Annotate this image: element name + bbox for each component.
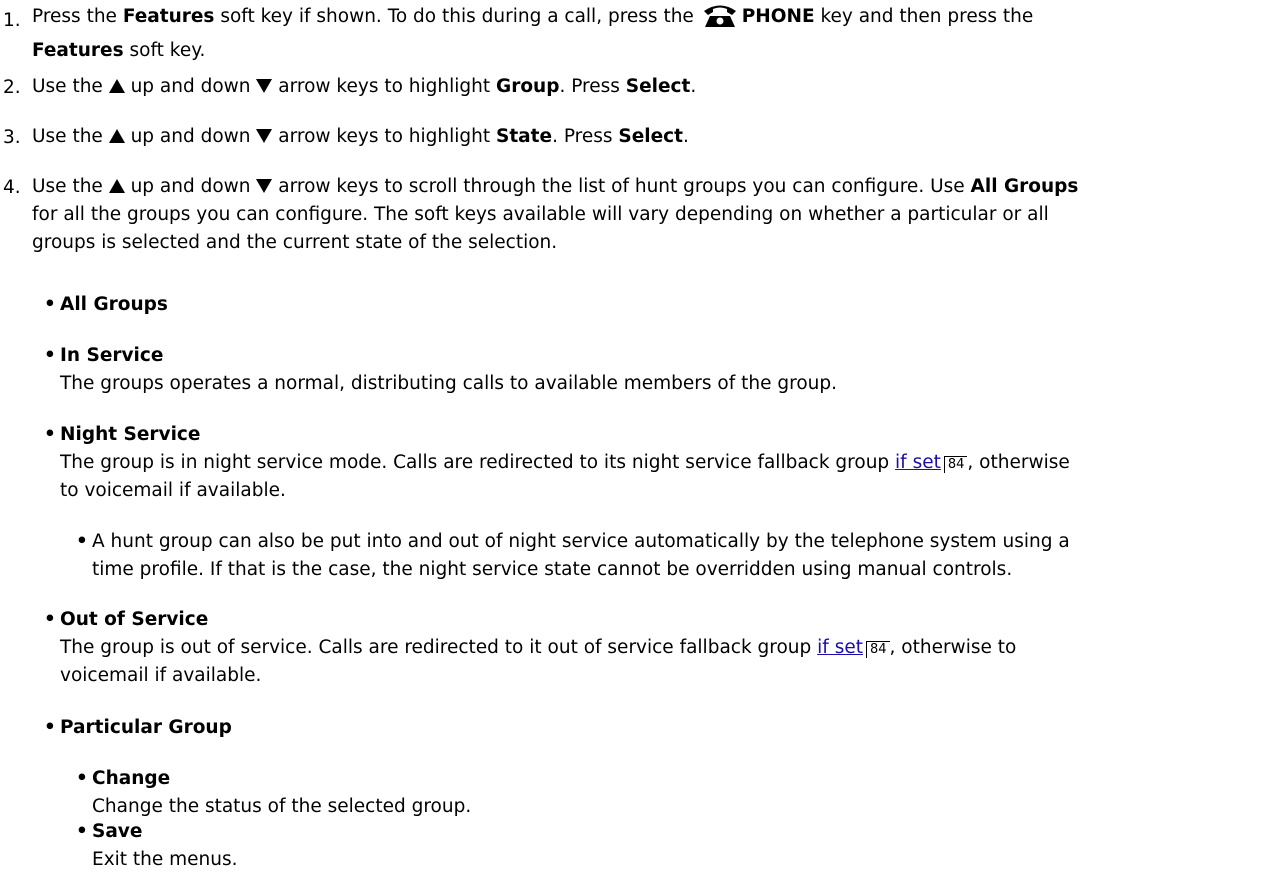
text: . [690, 76, 697, 97]
text: arrow keys to highlight [272, 76, 497, 97]
if-set-link[interactable]: if set [895, 452, 941, 473]
option-title: In Service [60, 345, 164, 366]
step-text: Use the up and down arrow keys to highli… [32, 73, 1262, 101]
text: up and down [124, 176, 257, 197]
menu-option: All Groups [970, 176, 1079, 197]
up-arrow-icon [108, 79, 125, 93]
note-text: time profile. If that is the case, the n… [92, 559, 1013, 580]
option-title: Out of Service [60, 609, 209, 630]
option-description: , otherwise [967, 452, 1070, 473]
step-number: 1. [3, 10, 21, 31]
option-title: Particular Group [60, 717, 232, 738]
select-key-label: Select [618, 126, 683, 147]
page-reference[interactable]: 84 [865, 641, 890, 658]
text: Use the [32, 176, 109, 197]
step-number: 3. [3, 127, 21, 148]
list-item-particular-group: • Particular Group [44, 714, 232, 742]
list-item-change: • Change Change the status of the select… [76, 765, 1192, 821]
step-text: Press the Features soft key if shown. To… [32, 2, 1262, 65]
option-description: The group is in night service mode. Call… [60, 452, 896, 473]
list-item-night-service: • Night Service The group is in night se… [44, 421, 1260, 505]
bullet: • [44, 609, 56, 630]
list-item-all-groups: • All Groups [44, 291, 168, 319]
menu-option: Group [496, 76, 560, 97]
option-description: Exit the menus. [92, 849, 238, 870]
step-number: 2. [3, 77, 21, 98]
text: for all the groups you can configure. Th… [32, 204, 1049, 225]
option-title: Change [92, 768, 171, 789]
down-arrow-icon [256, 79, 273, 93]
option-description: to voicemail if available. [60, 480, 286, 501]
option-title: Night Service [60, 424, 201, 445]
text: Use the [32, 76, 109, 97]
text: groups is selected and the current state… [32, 232, 558, 253]
list-item-in-service: • In Service The groups operates a norma… [44, 342, 1260, 398]
text: up and down [124, 76, 257, 97]
note-text: A hunt group can also be put into and ou… [92, 531, 1070, 552]
list-item-save: • Save Exit the menus. [76, 818, 1192, 874]
list-item-out-of-service: • Out of Service The group is out of ser… [44, 606, 1260, 690]
text: . Press [552, 126, 619, 147]
page-reference[interactable]: 84 [943, 456, 968, 473]
text: Press the [32, 6, 123, 27]
text: soft key if shown. To do this during a c… [214, 6, 700, 27]
step-text: Use the up and down arrow keys to scroll… [32, 173, 1262, 257]
text: . [682, 126, 689, 147]
text: key and then press the [814, 6, 1034, 27]
option-description: voicemail if available. [60, 665, 262, 686]
option-title: All Groups [60, 294, 168, 315]
features-key-label: Features [122, 6, 215, 27]
up-arrow-icon [108, 129, 125, 143]
text: Use the [32, 126, 109, 147]
menu-option: State [496, 126, 553, 147]
phone-key-label: PHONE [741, 6, 815, 27]
text: . Press [559, 76, 626, 97]
select-key-label: Select [625, 76, 691, 97]
option-title: Save [92, 821, 143, 842]
text: arrow keys to scroll through the list of… [272, 176, 971, 197]
bullet: • [44, 345, 56, 366]
option-description: The group is out of service. Calls are r… [60, 637, 818, 658]
if-set-link[interactable]: if set [817, 637, 863, 658]
step-text: Use the up and down arrow keys to highli… [32, 123, 1262, 151]
phone-icon [702, 2, 738, 37]
down-arrow-icon [256, 179, 273, 193]
text: arrow keys to highlight [272, 126, 497, 147]
features-key-label: Features [32, 40, 124, 61]
text: soft key. [123, 40, 206, 61]
bullet: • [76, 768, 88, 789]
option-description: Change the status of the selected group. [92, 796, 472, 817]
up-arrow-icon [108, 179, 125, 193]
bullet: • [76, 821, 88, 842]
bullet: • [44, 294, 56, 315]
text: up and down [124, 126, 257, 147]
option-description: , otherwise to [889, 637, 1017, 658]
bullet: • [76, 531, 88, 552]
bullet: • [44, 717, 56, 738]
option-description: The groups operates a normal, distributi… [60, 373, 837, 394]
bullet: • [44, 424, 56, 445]
step-number: 4. [3, 177, 21, 198]
down-arrow-icon [256, 129, 273, 143]
list-item-night-note: • A hunt group can also be put into and … [76, 528, 1262, 584]
